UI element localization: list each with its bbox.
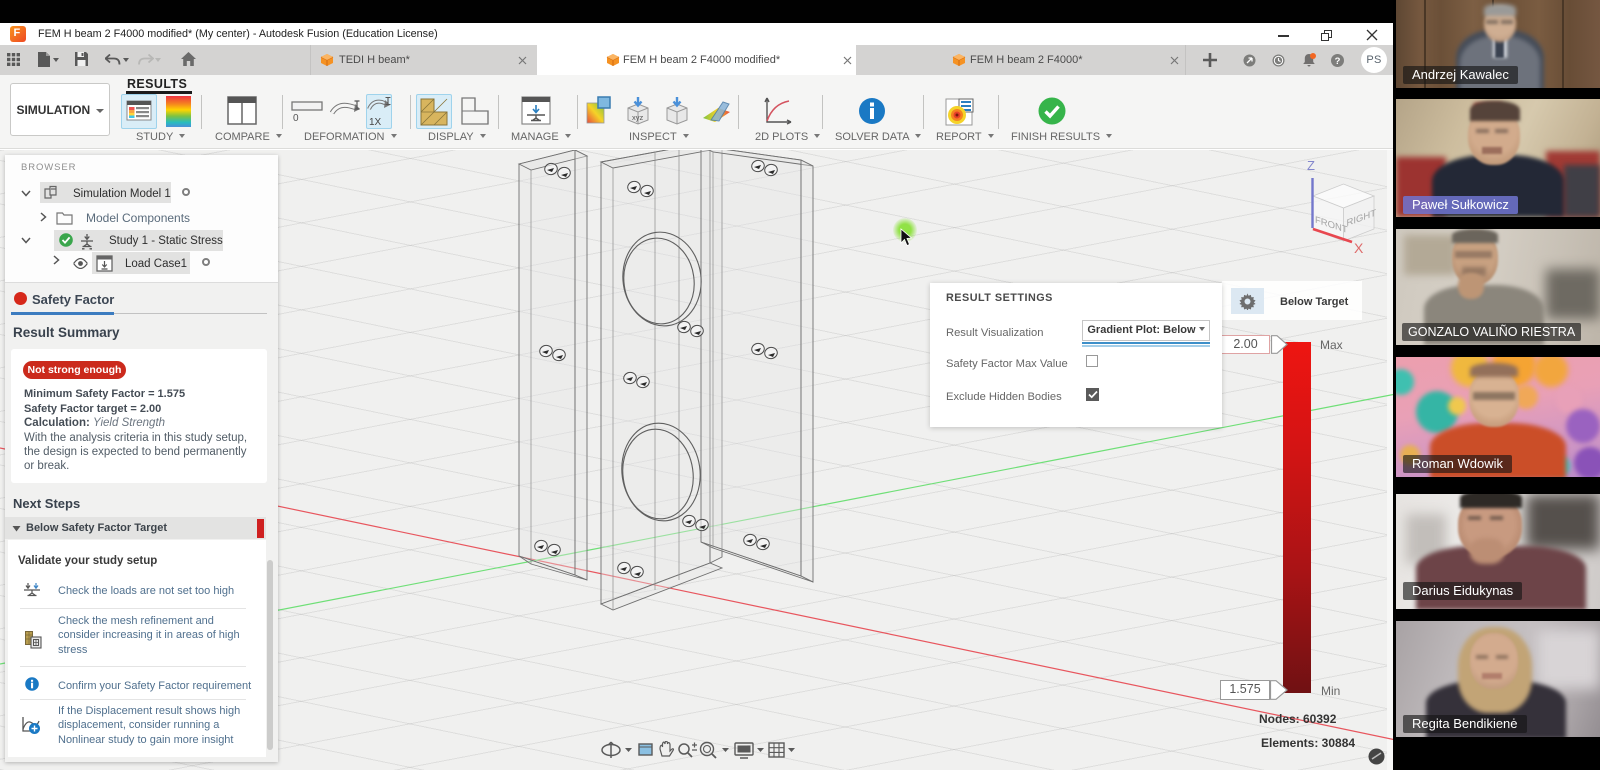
svg-text:xyz: xyz [632,113,644,122]
svg-text:?: ? [1335,56,1341,67]
svg-text:Z: Z [1307,158,1315,173]
svg-text:1X: 1X [369,117,382,127]
svg-text:X: X [1354,240,1364,256]
